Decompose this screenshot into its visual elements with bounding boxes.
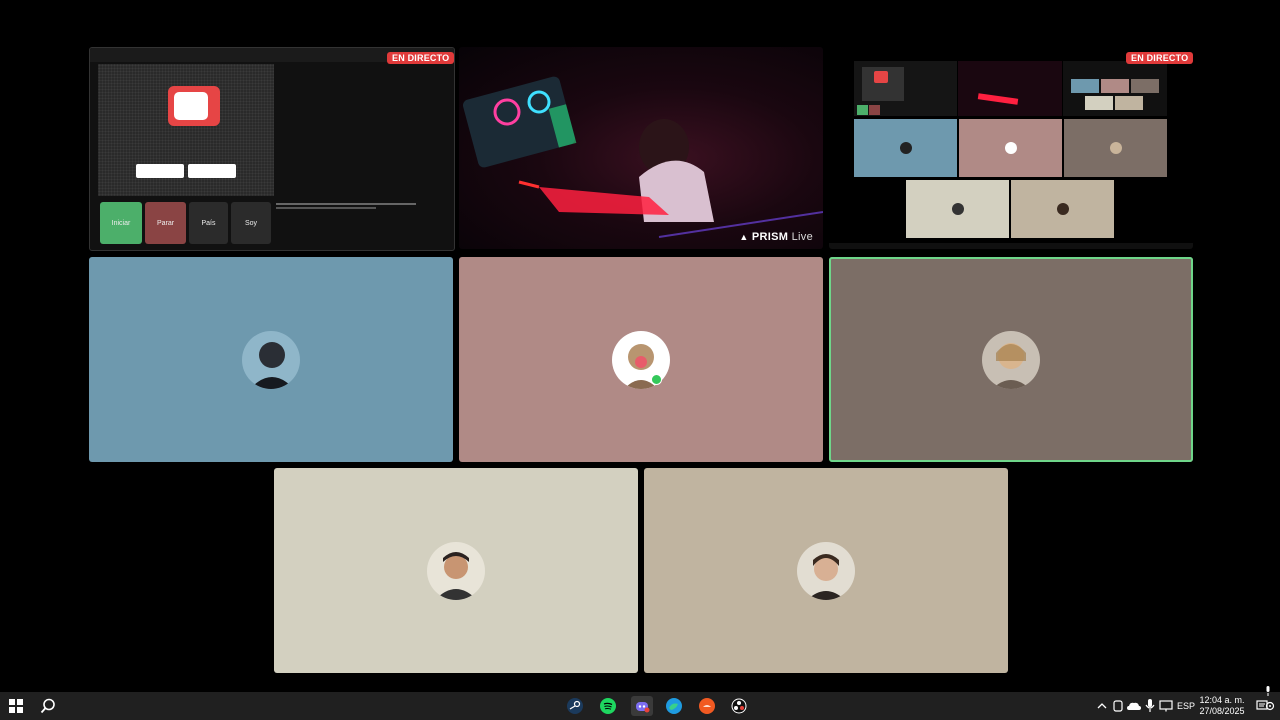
mini-toolbar <box>829 243 1193 249</box>
participant-avatar-1 <box>242 330 300 389</box>
edge-icon[interactable] <box>664 696 684 716</box>
live-badge-nested: EN DIRECTO <box>1126 52 1194 64</box>
mini-tile-p4 <box>906 180 1009 238</box>
start-button[interactable]: Iniciar <box>100 202 142 244</box>
clock-time: 12:04 a. m. <box>1199 695 1245 705</box>
brave-icon[interactable] <box>697 696 717 716</box>
chat-text-lines <box>276 202 436 211</box>
search-icon[interactable] <box>38 696 58 716</box>
windows-start-icon[interactable] <box>6 696 26 716</box>
stop-button[interactable]: Parar <box>145 202 186 244</box>
spotify-icon[interactable] <box>598 696 618 716</box>
language-indicator[interactable]: ESP <box>1176 701 1196 712</box>
country-button[interactable]: País <box>189 202 228 244</box>
mini-tile-p2 <box>959 119 1062 177</box>
participant-tile-5[interactable] <box>644 468 1008 673</box>
participant-tile-3[interactable] <box>829 257 1193 462</box>
taskbar: ESP 12:04 a. m. 27/08/2025 <box>0 692 1280 720</box>
participant-tile-2[interactable] <box>459 257 823 462</box>
nested-view-tile[interactable] <box>829 47 1193 249</box>
discord-icon[interactable] <box>631 696 653 716</box>
mini-tile-p1 <box>854 119 957 177</box>
settings-icon[interactable] <box>1262 696 1278 716</box>
prism-live-watermark: ▲ PRISM Live <box>739 231 813 243</box>
participant-avatar-5 <box>797 541 855 600</box>
participant-tile-1[interactable] <box>89 257 453 462</box>
share-tv-panel <box>98 64 274 196</box>
participant-avatar-4 <box>427 541 485 600</box>
clock[interactable]: 12:04 a. m. 27/08/2025 <box>1198 695 1246 717</box>
clock-date: 27/08/2025 <box>1199 706 1245 716</box>
live-badge-share: EN DIRECTO <box>387 52 455 64</box>
online-status-dot <box>651 374 662 385</box>
soy-button[interactable]: Soy <box>231 202 271 244</box>
mini-tile-p3 <box>1064 119 1167 177</box>
mic-in-use-icon <box>1264 683 1272 696</box>
participant-tile-4[interactable] <box>274 468 638 673</box>
mini-tile-p5 <box>1011 180 1114 238</box>
mini-grid-thumb <box>1063 61 1167 116</box>
mini-share-thumb <box>854 61 957 116</box>
participant-avatar-3 <box>982 330 1040 389</box>
mini-webcam-thumb <box>958 61 1062 116</box>
app-store-badge <box>188 164 236 178</box>
webcam-scene <box>462 76 823 238</box>
webcam-tile[interactable]: ▲ PRISM Live <box>459 47 823 249</box>
tv-logo-icon <box>168 86 220 126</box>
screen-share-tile[interactable]: Iniciar Parar País Soy <box>89 47 455 251</box>
play-store-badge <box>136 164 184 178</box>
network-icon[interactable] <box>1156 696 1176 716</box>
steam-icon[interactable] <box>565 696 585 716</box>
obs-icon[interactable] <box>729 696 749 716</box>
